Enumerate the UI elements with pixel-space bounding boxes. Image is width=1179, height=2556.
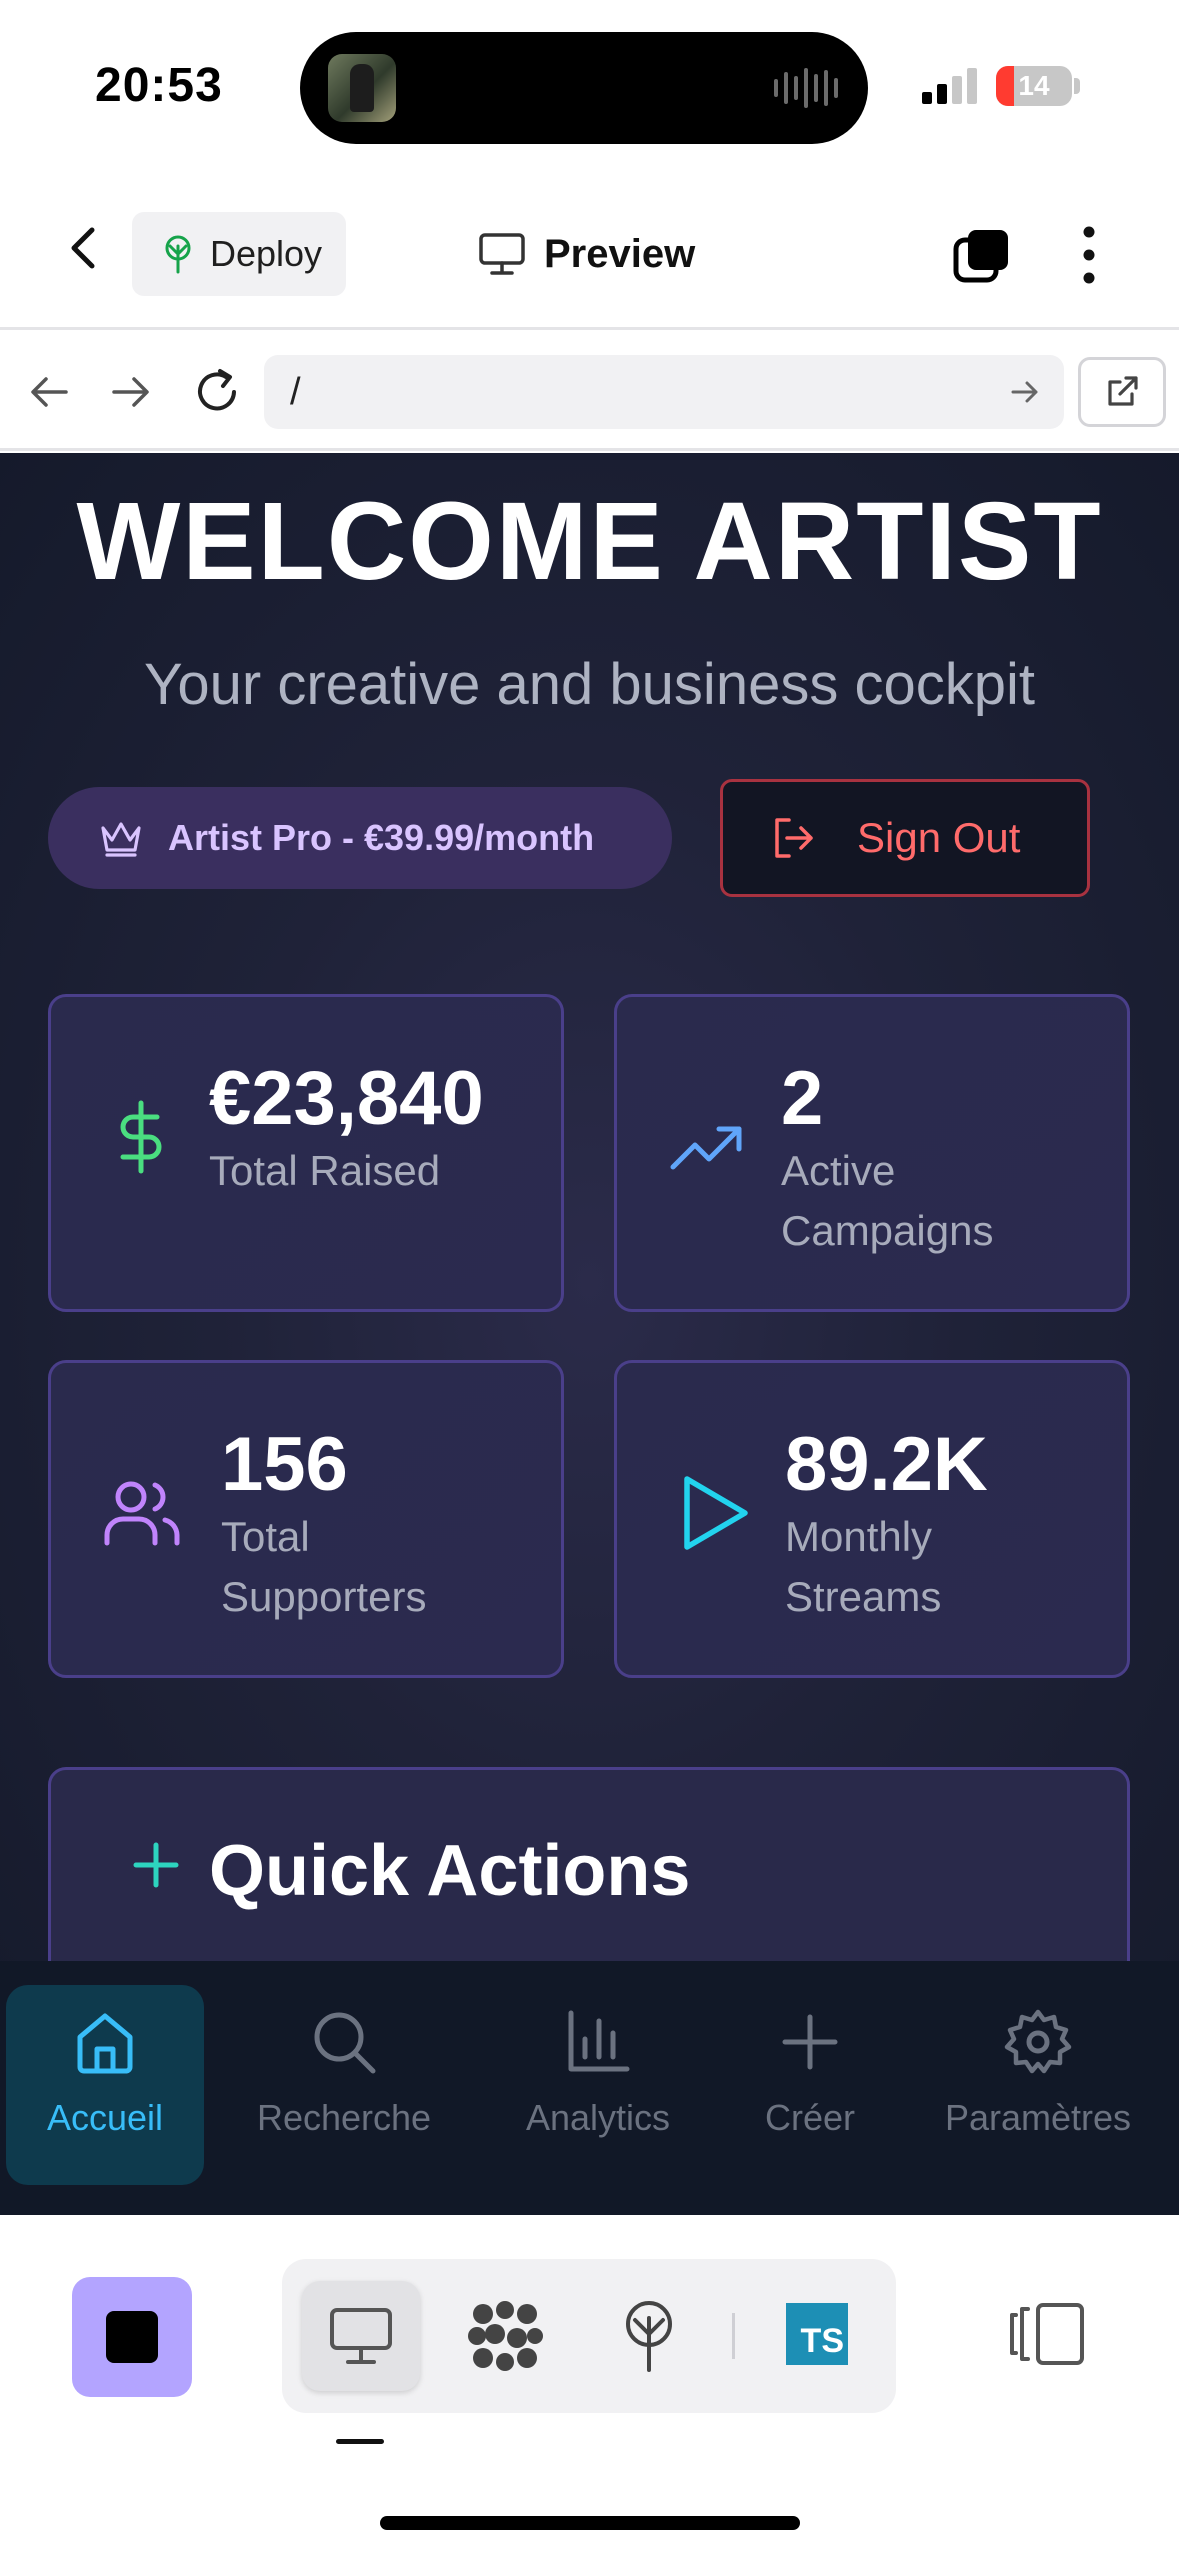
status-bar: 20:53 14 [0,0,1179,170]
cellular-signal-icon [922,68,982,104]
editor-top-nav: Deploy Preview [0,170,1179,330]
url-text: / [290,371,301,413]
external-link-icon [1108,376,1138,406]
deploy-tool-button[interactable] [590,2281,708,2391]
stat-label: Active Campaigns [781,1147,994,1254]
tab-label: Recherche [256,2097,432,2138]
url-input[interactable]: / [264,355,1064,429]
plan-label: Artist Pro - €39.99/month [168,817,595,858]
tab-label: Paramètres [944,2097,1132,2138]
status-time: 20:53 [95,59,223,112]
app-tab-bar: Accueil Recherche Analytics Créer Paramè… [0,1961,1179,2215]
toolbar-divider [732,2313,735,2359]
users-icon [104,1481,180,1546]
deploy-tree-icon [165,235,191,274]
active-tool-indicator [336,2439,384,2444]
tool-group: TS [282,2259,896,2413]
deploy-label: Deploy [210,233,323,274]
monitor-icon [479,233,525,275]
tab-recherche[interactable]: Recherche [244,1985,444,2185]
typescript-file-button[interactable]: TS [786,2303,848,2365]
tab-parametres[interactable]: Paramètres [928,1985,1148,2185]
plus-icon [133,1842,179,1888]
page-title: WELCOME ARTIST [76,480,1103,603]
crown-icon [101,822,141,857]
panel-toggle-icon[interactable] [1008,2299,1088,2369]
go-arrow-icon[interactable] [1008,375,1042,409]
stat-card-monthly-streams[interactable]: 89.2K Monthly Streams [614,1360,1130,1678]
sign-out-label: Sign Out [857,814,1021,861]
quick-actions-card: Quick Actions [48,1767,1130,1961]
home-icon [77,2013,133,2074]
tab-label: Accueil [46,2097,164,2138]
log-out-icon [775,818,813,858]
preview-label: Preview [544,231,696,276]
sign-out-button[interactable]: Sign Out [720,779,1090,897]
arrow-left-icon[interactable] [22,365,76,419]
dynamic-island [300,32,868,144]
settings-icon [1004,2009,1072,2074]
stat-label: Total Supporters [221,1513,427,1620]
deploy-tree-icon [626,2301,672,2372]
reload-icon[interactable] [190,365,244,419]
tab-creer[interactable]: Créer [740,1985,880,2185]
preview-tab[interactable]: Preview [478,222,695,286]
play-icon [684,1476,748,1550]
dollar-icon [120,1100,162,1174]
monitor-icon [330,2308,392,2364]
battery-icon: 14 [996,66,1072,106]
open-in-new-tab-button[interactable] [1078,357,1166,427]
now-playing-thumbnail [328,54,396,122]
stop-button[interactable] [72,2277,192,2397]
editor-toolbar: TS [0,2215,1179,2556]
stat-value: 2 [781,1056,824,1141]
stat-card-total-raised[interactable]: €23,840 Total Raised [48,994,564,1312]
tab-label: Analytics [525,2097,671,2138]
app-preview: WELCOME ARTIST Your creative and busines… [0,453,1179,1961]
tab-label: Créer [764,2097,856,2138]
stat-value: 156 [221,1422,348,1507]
stop-icon [106,2311,158,2363]
bar-chart-icon [568,2010,630,2072]
battery-percent: 14 [1018,70,1050,101]
battery-cap [1074,78,1080,94]
url-bar: / [0,333,1179,451]
packages-icon [468,2301,543,2371]
plus-icon [782,2014,838,2070]
tab-accueil[interactable]: Accueil [6,1985,204,2185]
preview-tool-button[interactable] [302,2281,420,2391]
home-indicator[interactable] [380,2516,800,2530]
stat-label: Total Raised [209,1147,441,1194]
chevron-left-icon[interactable] [58,220,114,276]
stat-label: Monthly Streams [785,1513,942,1620]
trending-up-icon [670,1126,742,1170]
packages-tool-button[interactable] [446,2281,564,2391]
quick-actions-title: Quick Actions [209,1831,691,1911]
arrow-right-icon[interactable] [104,365,158,419]
stat-card-total-supporters[interactable]: 156 Total Supporters [48,1360,564,1678]
deploy-button[interactable]: Deploy [132,212,346,296]
stat-value: 89.2K [785,1422,988,1507]
layers-icon[interactable] [952,226,1012,286]
audio-waveform-icon [774,66,838,110]
plan-badge[interactable]: Artist Pro - €39.99/month [48,787,672,889]
more-vertical-icon[interactable] [1066,222,1112,288]
stat-value: €23,840 [209,1056,484,1141]
stat-card-active-campaigns[interactable]: 2 Active Campaigns [614,994,1130,1312]
page-subtitle: Your creative and business cockpit [144,652,1035,717]
tab-analytics[interactable]: Analytics [505,1985,691,2185]
search-icon [314,2012,376,2074]
